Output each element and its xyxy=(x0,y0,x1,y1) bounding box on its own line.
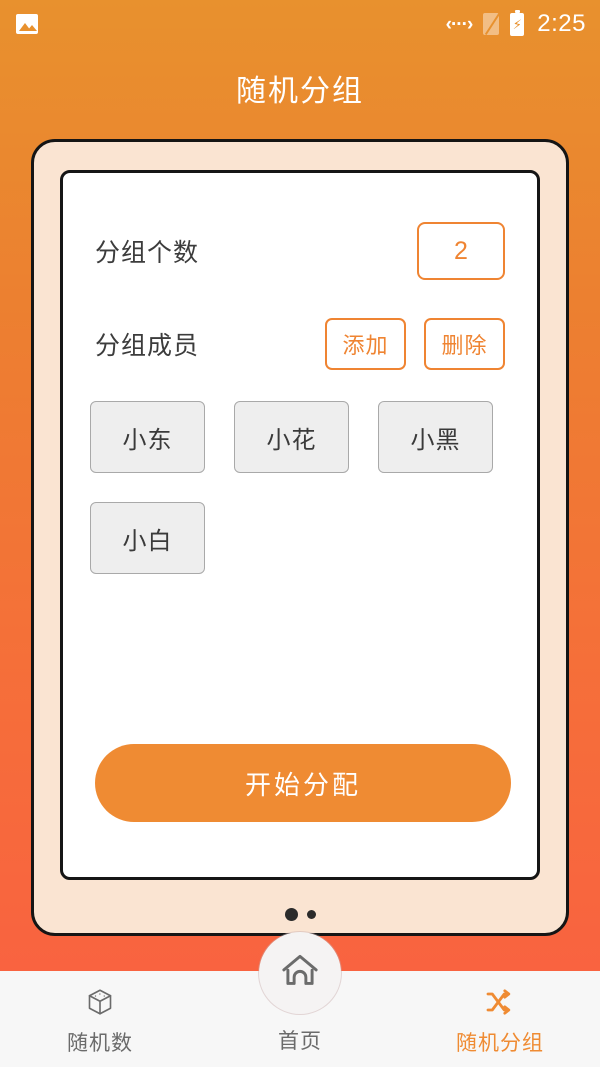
group-count-row: 分组个数 2 xyxy=(63,220,537,282)
member-chip[interactable]: 小花 xyxy=(234,401,349,473)
status-bar-left xyxy=(16,14,38,34)
home-fab-button[interactable] xyxy=(259,932,341,1014)
photo-icon xyxy=(16,14,38,34)
start-allocation-button[interactable]: 开始分配 xyxy=(95,744,511,822)
tablet-dot-large xyxy=(284,908,298,921)
status-bar: ‹···› ⚡ 2:25 xyxy=(0,0,600,48)
member-chip[interactable]: 小东 xyxy=(90,401,205,473)
home-icon xyxy=(278,949,322,998)
tablet-dot-small xyxy=(306,910,316,919)
members-controls: 添加 删除 xyxy=(325,318,505,370)
nav-item-random-number[interactable]: 随机数 xyxy=(0,971,200,1067)
battery-charging-icon: ⚡ xyxy=(510,9,525,36)
group-count-label: 分组个数 xyxy=(95,239,200,267)
nav-label-random-group: 随机分组 xyxy=(456,1032,544,1055)
member-chip-list: 小东 小花 小黑 小白 xyxy=(63,401,537,574)
battery-bolt-glyph: ⚡ xyxy=(512,16,522,32)
usb-debug-icon: ‹···› xyxy=(445,13,474,35)
tablet-screen: 分组个数 2 分组成员 添加 删除 小东 小花 小黑 小白 开始分配 xyxy=(60,170,540,880)
group-count-input[interactable]: 2 xyxy=(417,222,505,280)
nav-label-home: 首页 xyxy=(278,1030,322,1053)
status-bar-right: ‹···› ⚡ 2:25 xyxy=(445,9,586,38)
add-member-button[interactable]: 添加 xyxy=(325,318,406,370)
member-chip[interactable]: 小白 xyxy=(90,502,205,574)
member-chip[interactable]: 小黑 xyxy=(378,401,493,473)
tablet-frame: 分组个数 2 分组成员 添加 删除 小东 小花 小黑 小白 开始分配 xyxy=(31,139,569,936)
delete-member-button[interactable]: 删除 xyxy=(424,318,505,370)
shuffle-icon xyxy=(484,985,516,1019)
page-title: 随机分组 xyxy=(236,75,364,108)
sim-off-icon xyxy=(483,13,500,35)
dice-icon xyxy=(85,985,115,1019)
tablet-home-dots xyxy=(34,908,566,921)
status-bar-clock: 2:25 xyxy=(537,10,586,37)
nav-item-random-group[interactable]: 随机分组 xyxy=(400,971,600,1067)
group-count-controls: 2 xyxy=(417,222,505,280)
members-label: 分组成员 xyxy=(95,332,200,360)
nav-label-random-number: 随机数 xyxy=(67,1032,133,1055)
members-row: 分组成员 添加 删除 xyxy=(63,313,537,375)
